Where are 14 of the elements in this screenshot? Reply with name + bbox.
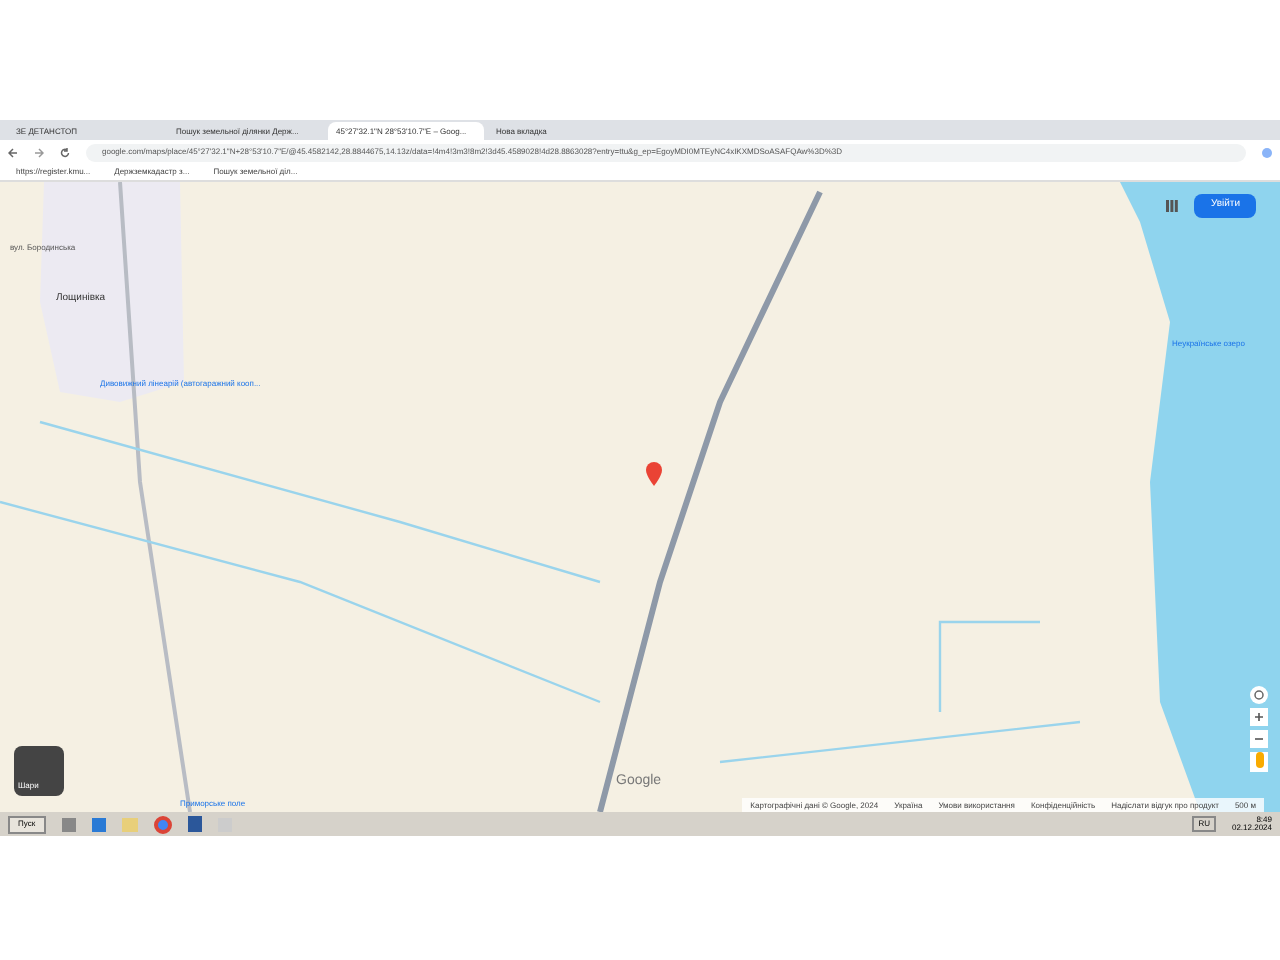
apps-grid-icon[interactable]	[1166, 199, 1179, 212]
app-icon[interactable]	[91, 817, 106, 831]
minus-icon	[1254, 734, 1264, 744]
forward-icon[interactable]	[34, 147, 44, 157]
back-icon[interactable]	[8, 147, 18, 157]
profile-icon	[1262, 147, 1272, 157]
zoom-out-button[interactable]	[1250, 730, 1268, 748]
pegman-icon[interactable]	[1250, 752, 1268, 772]
compass-icon	[1254, 690, 1264, 700]
location-pin-icon	[646, 462, 662, 486]
reload-icon[interactable]	[60, 147, 70, 157]
plus-icon	[1254, 712, 1264, 722]
chrome-icon[interactable]	[153, 815, 172, 833]
zoom-in-button[interactable]	[1250, 708, 1268, 726]
